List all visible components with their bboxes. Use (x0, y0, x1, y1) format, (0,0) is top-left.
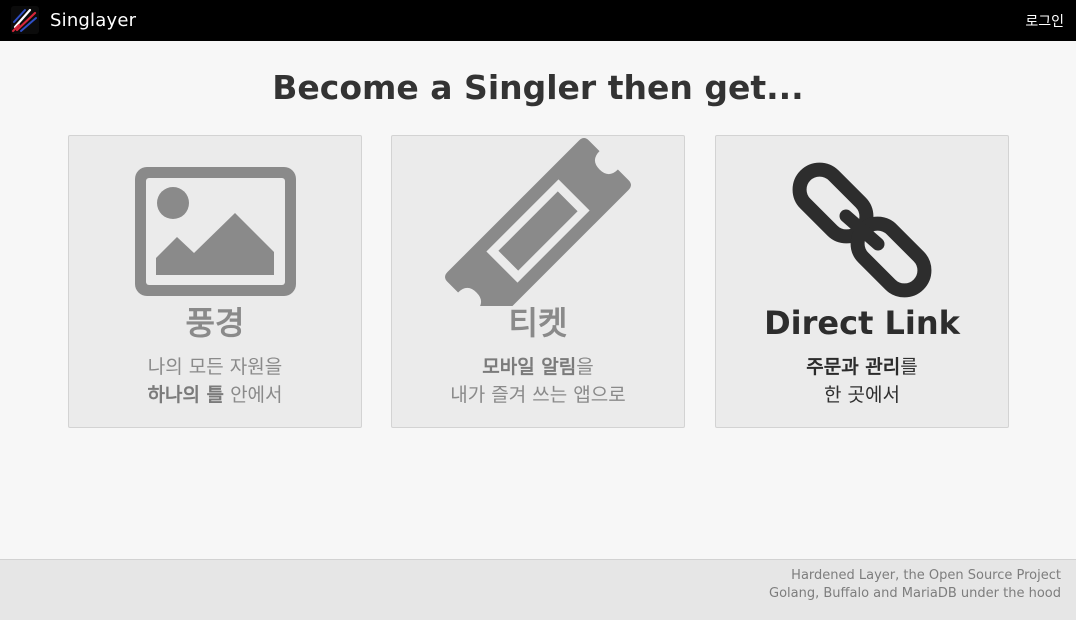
feature-card-ticket: 티켓 모바일 알림을 내가 즐겨 쓰는 앱으로 (391, 135, 685, 428)
card-description-line: 내가 즐겨 쓰는 앱으로 (392, 382, 684, 408)
card-emphasis: 주문과 관리 (806, 356, 901, 378)
feature-card-direct-link: Direct Link 주문과 관리를 한 곳에서 (715, 135, 1009, 428)
card-text: 나의 모든 자원을 (147, 356, 283, 378)
card-description-line: 주문과 관리를 (716, 354, 1008, 380)
brand-name: Singlayer (50, 9, 137, 31)
card-title: 티켓 (508, 304, 568, 342)
link-chain-icon (792, 162, 932, 298)
footer-text: Hardened Layer, the Open Source Project … (769, 567, 1061, 603)
page-headline: Become a Singler then get... (272, 68, 804, 107)
card-description-line: 하나의 틀 안에서 (69, 382, 361, 408)
card-text: 를 (900, 356, 918, 378)
card-title: Direct Link (764, 304, 960, 342)
card-title: 풍경 (185, 304, 245, 342)
footer-line-project: Hardened Layer, the Open Source Project (791, 568, 1061, 583)
card-emphasis: 모바일 알림 (482, 356, 577, 378)
card-emphasis: 하나의 틀 (147, 384, 225, 406)
card-description-line: 한 곳에서 (716, 382, 1008, 408)
top-navbar: Singlayer 로그인 (0, 0, 1076, 41)
card-text: 을 (576, 356, 594, 378)
brand-home-link[interactable]: Singlayer (10, 5, 136, 35)
image-landscape-icon (135, 167, 296, 296)
ticket-icon (445, 138, 631, 306)
feature-card-landscape: 풍경 나의 모든 자원을 하나의 틀 안에서 (68, 135, 362, 428)
card-description-line: 모바일 알림을 (392, 354, 684, 380)
card-description-line: 나의 모든 자원을 (69, 354, 361, 380)
card-text: 안에서 (224, 384, 283, 406)
card-text: 내가 즐겨 쓰는 앱으로 (450, 384, 626, 406)
footer-line-stack: Golang, Buffalo and MariaDB under the ho… (769, 586, 1061, 601)
card-text: 한 곳에서 (824, 384, 900, 406)
page-footer: Hardened Layer, the Open Source Project … (0, 559, 1076, 620)
singlayer-logo-icon (11, 6, 39, 34)
login-link[interactable]: 로그인 (1025, 11, 1064, 31)
